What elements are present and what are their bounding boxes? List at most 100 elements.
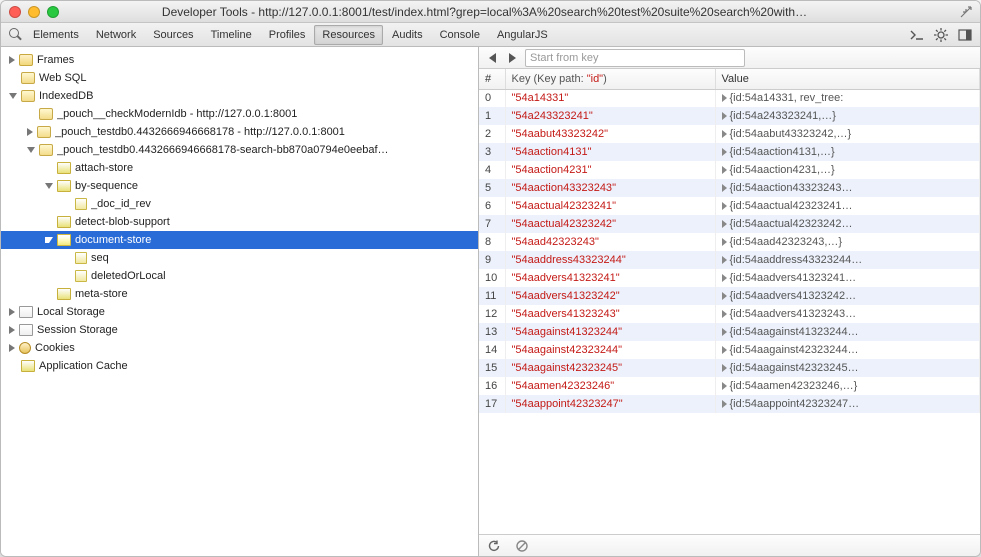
disclosure-triangle-icon[interactable] [722, 292, 727, 300]
table-row[interactable]: 14"54aagainst42323244"{id:54aagainst4232… [479, 341, 980, 359]
tab-console[interactable]: Console [432, 25, 488, 45]
table-row[interactable]: 10"54aadvers41323241"{id:54aadvers413232… [479, 269, 980, 287]
column-header-index[interactable]: # [479, 69, 505, 89]
tab-profiles[interactable]: Profiles [261, 25, 314, 45]
disclosure-triangle-icon[interactable] [722, 130, 727, 138]
table-row[interactable]: 15"54aagainst42323245"{id:54aagainst4232… [479, 359, 980, 377]
refresh-icon[interactable] [487, 539, 501, 553]
disclosure-triangle-icon[interactable] [722, 94, 727, 102]
row-index: 9 [479, 251, 505, 269]
tree-item[interactable]: deletedOrLocal [1, 267, 478, 285]
table-row[interactable]: 1"54a243323241"{id:54a243323241,…} [479, 107, 980, 125]
disclosure-triangle-icon[interactable] [722, 238, 727, 246]
tab-resources[interactable]: Resources [314, 25, 383, 45]
disclosure-triangle-icon[interactable] [722, 184, 727, 192]
table-row[interactable]: 5"54aaction43323243"{id:54aaction4332324… [479, 179, 980, 197]
disclosure-triangle-icon[interactable] [722, 310, 727, 318]
disclosure-triangle-icon[interactable] [9, 93, 17, 99]
minimize-window-button[interactable] [28, 6, 40, 18]
start-key-input[interactable] [525, 49, 745, 67]
disclosure-triangle-icon[interactable] [27, 128, 33, 136]
table-icon [57, 288, 71, 300]
disclosure-triangle-icon[interactable] [9, 326, 15, 334]
triangle-right-icon [509, 53, 516, 63]
tab-sources[interactable]: Sources [145, 25, 201, 45]
objectstore-data[interactable]: # Key (Key path: "id") Value 0"54a14331"… [479, 69, 980, 534]
table-row[interactable]: 2"54aabut43323242"{id:54aabut43323242,…} [479, 125, 980, 143]
window-controls [9, 6, 59, 18]
col-icon [75, 198, 87, 210]
disclosure-triangle-icon[interactable] [9, 56, 15, 64]
gear-icon[interactable] [934, 28, 948, 42]
disclosure-triangle-icon[interactable] [722, 148, 727, 156]
spacer-icon [9, 74, 17, 82]
table-row[interactable]: 0"54a14331"{id:54a14331, rev_tree: [479, 89, 980, 107]
tab-audits[interactable]: Audits [384, 25, 431, 45]
disclosure-triangle-icon[interactable] [722, 256, 727, 264]
tree-item[interactable]: by-sequence [1, 177, 478, 195]
disclosure-triangle-icon[interactable] [9, 308, 15, 316]
disclosure-triangle-icon[interactable] [722, 274, 727, 282]
table-row[interactable]: 13"54aagainst41323244"{id:54aagainst4132… [479, 323, 980, 341]
tab-angularjs[interactable]: AngularJS [489, 25, 556, 45]
table-row[interactable]: 4"54aaction4231"{id:54aaction4231,…} [479, 161, 980, 179]
tree-item[interactable]: _pouch_testdb0.4432666946668178 - http:/… [1, 123, 478, 141]
tree-item[interactable]: Session Storage [1, 321, 478, 339]
table-row[interactable]: 16"54aamen42323246"{id:54aamen42323246,…… [479, 377, 980, 395]
table-row[interactable]: 9"54aaddress43323244"{id:54aaddress43323… [479, 251, 980, 269]
tree-item[interactable]: Frames [1, 51, 478, 69]
next-page-button[interactable] [505, 51, 519, 65]
tree-item[interactable]: _doc_id_rev [1, 195, 478, 213]
table-row[interactable]: 17"54aappoint42323247"{id:54aappoint4232… [479, 395, 980, 413]
disclosure-triangle-icon[interactable] [722, 202, 727, 210]
column-header-key[interactable]: Key (Key path: "id") [505, 69, 715, 89]
row-key: "54aappoint42323247" [505, 395, 715, 413]
close-window-button[interactable] [9, 6, 21, 18]
objectstore-footer [479, 534, 980, 556]
row-index: 12 [479, 305, 505, 323]
tree-item[interactable]: _pouch_testdb0.4432666946668178-search-b… [1, 141, 478, 159]
tree-item[interactable]: seq [1, 249, 478, 267]
zoom-window-button[interactable] [47, 6, 59, 18]
disclosure-triangle-icon[interactable] [722, 364, 727, 372]
disclosure-triangle-icon[interactable] [9, 344, 15, 352]
table-row[interactable]: 7"54aactual42323242"{id:54aactual4232324… [479, 215, 980, 233]
tab-network[interactable]: Network [88, 25, 144, 45]
disclosure-triangle-icon[interactable] [722, 220, 727, 228]
tree-item[interactable]: IndexedDB [1, 87, 478, 105]
row-key: "54aagainst42323245" [505, 359, 715, 377]
disclosure-triangle-icon[interactable] [722, 382, 727, 390]
tree-item[interactable]: Cookies [1, 339, 478, 357]
tree-item[interactable]: Local Storage [1, 303, 478, 321]
disclosure-triangle-icon[interactable] [722, 112, 727, 120]
disclosure-triangle-icon[interactable] [722, 346, 727, 354]
tree-item[interactable]: document-store [1, 231, 478, 249]
table-row[interactable]: 3"54aaction4131"{id:54aaction4131,…} [479, 143, 980, 161]
tab-timeline[interactable]: Timeline [203, 25, 260, 45]
tree-item[interactable]: meta-store [1, 285, 478, 303]
table-row[interactable]: 6"54aactual42323241"{id:54aactual4232324… [479, 197, 980, 215]
expand-icon[interactable] [960, 6, 972, 18]
console-toggle-icon[interactable] [910, 28, 924, 42]
prev-page-button[interactable] [485, 51, 499, 65]
disclosure-triangle-icon[interactable] [722, 166, 727, 174]
dock-icon[interactable] [958, 28, 972, 42]
table-row[interactable]: 8"54aad42323243"{id:54aad42323243,…} [479, 233, 980, 251]
disclosure-triangle-icon[interactable] [722, 328, 727, 336]
search-icon[interactable] [9, 28, 23, 42]
disclosure-triangle-icon[interactable] [27, 147, 35, 153]
tree-item[interactable]: attach-store [1, 159, 478, 177]
tree-item[interactable]: detect-blob-support [1, 213, 478, 231]
table-row[interactable]: 11"54aadvers41323242"{id:54aadvers413232… [479, 287, 980, 305]
column-header-value[interactable]: Value [715, 69, 980, 89]
clear-icon[interactable] [515, 539, 529, 553]
table-row[interactable]: 12"54aadvers41323243"{id:54aadvers413232… [479, 305, 980, 323]
tab-elements[interactable]: Elements [25, 25, 87, 45]
tree-item[interactable]: Application Cache [1, 357, 478, 375]
disclosure-triangle-icon[interactable] [45, 183, 53, 189]
disclosure-triangle-icon[interactable] [722, 400, 727, 408]
resources-tree[interactable]: FramesWeb SQLIndexedDB_pouch__checkModer… [1, 47, 479, 556]
disclosure-triangle-icon[interactable] [45, 237, 53, 243]
tree-item[interactable]: Web SQL [1, 69, 478, 87]
tree-item[interactable]: _pouch__checkModernIdb - http://127.0.0.… [1, 105, 478, 123]
